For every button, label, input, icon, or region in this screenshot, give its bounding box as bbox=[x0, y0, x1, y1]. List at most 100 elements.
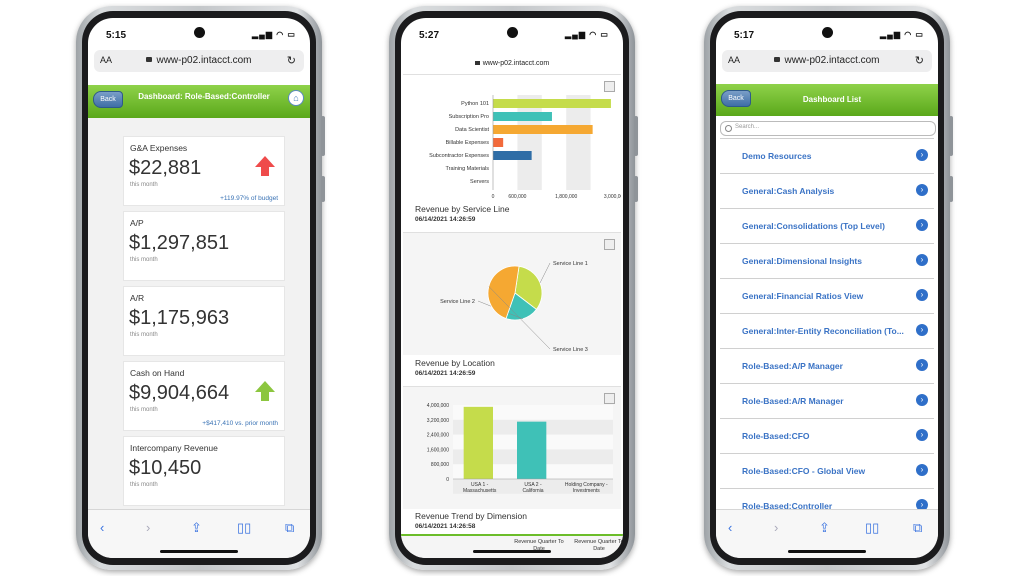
forward-icon[interactable]: › bbox=[774, 520, 778, 535]
list-item[interactable]: General:Inter-Entity Reconciliation (To.… bbox=[720, 314, 934, 349]
kpi-label: Intercompany Revenue bbox=[130, 443, 218, 453]
kpi-card-ar[interactable]: A/R $1,175,963 this month bbox=[123, 286, 285, 356]
address-bar[interactable]: AA www-p02.intacct.com ↻ bbox=[94, 50, 304, 72]
url-text[interactable]: www-p02.intacct.com bbox=[401, 60, 623, 67]
home-icon[interactable]: ⌂ bbox=[288, 90, 304, 106]
forward-icon[interactable]: › bbox=[146, 520, 150, 535]
category-label: USA 2 -California bbox=[522, 482, 543, 494]
search-icon bbox=[725, 125, 732, 132]
grid-band bbox=[517, 95, 542, 190]
kpi-card-ga-expenses[interactable]: G&A Expenses $22,881 this month +119.97%… bbox=[123, 136, 285, 206]
plot-area bbox=[493, 95, 615, 190]
tabs-icon[interactable]: ⧉ bbox=[913, 520, 922, 536]
list-item[interactable]: General:Financial Ratios View › bbox=[720, 279, 934, 314]
volume-button bbox=[321, 116, 325, 156]
kpi-period: this month bbox=[130, 407, 158, 413]
volume-button bbox=[634, 116, 638, 156]
header-bar: Back Dashboard List bbox=[716, 84, 938, 116]
tick-label: 800,000 bbox=[431, 462, 449, 468]
tick-label: 600,000 bbox=[508, 194, 526, 199]
bookmarks-icon[interactable]: ▯▯ bbox=[237, 520, 251, 536]
chevron-right-icon: › bbox=[916, 394, 928, 406]
chevron-right-icon: › bbox=[916, 464, 928, 476]
kpi-card-cash-on-hand[interactable]: Cash on Hand $9,904,664 this month +$417… bbox=[123, 361, 285, 431]
revenue-by-location-chart: Service Line 1 Service Line 2 Service Line… bbox=[440, 261, 588, 353]
list-item-label: Role-Based:CFO bbox=[742, 431, 810, 441]
grid-band bbox=[566, 95, 591, 190]
address-bar[interactable]: AA www-p02.intacct.com ↻ bbox=[722, 50, 932, 72]
power-button bbox=[949, 176, 953, 202]
tick-label: 1,800,000 bbox=[555, 194, 577, 199]
list-item[interactable]: Role-Based:A/R Manager › bbox=[720, 384, 934, 419]
search-input[interactable]: Search... bbox=[720, 121, 936, 136]
volume-button bbox=[949, 116, 953, 156]
kpi-card-ap[interactable]: A/P $1,297,851 this month bbox=[123, 211, 285, 281]
dashboard-list: Demo Resources › General:Cash Analysis › G… bbox=[720, 138, 934, 509]
phone-2: 5:27 ▂▄▆ ◠ ▭ www-p02.intacct.com Python … bbox=[389, 6, 638, 570]
tick-label: 3,200,000 bbox=[427, 418, 449, 424]
phone-1-screen: 5:15 ▂▄▆ ◠ ▭ AA www-p02.intacct.com ↻ Ba… bbox=[88, 18, 310, 558]
slice-label: Service Line 3 bbox=[553, 347, 588, 353]
kpi-period: this month bbox=[130, 482, 158, 488]
phone-3-screen: 5:17 ▂▄▆ ◠ ▭ AA www-p02.intacct.com ↻ Ba… bbox=[716, 18, 938, 558]
list-item[interactable]: General:Cash Analysis › bbox=[720, 174, 934, 209]
kpi-card-intercompany-revenue[interactable]: Intercompany Revenue $10,450 this month bbox=[123, 436, 285, 506]
tick-label: 3,000,000 bbox=[604, 194, 621, 199]
signal-wifi-battery-icon: ▂▄▆ ◠ ▭ bbox=[252, 30, 296, 39]
kpi-value: $1,175,963 bbox=[129, 307, 230, 329]
list-item[interactable]: Role-Based:CFO › bbox=[720, 419, 934, 454]
list-item-label: Role-Based:A/R Manager bbox=[742, 396, 844, 406]
list-item-label: General:Cash Analysis bbox=[742, 186, 835, 196]
url-text: www-p02.intacct.com bbox=[722, 55, 932, 66]
page-title: Dashboard List bbox=[802, 95, 862, 104]
back-button[interactable]: Back bbox=[93, 91, 123, 108]
back-button[interactable]: Back bbox=[721, 90, 751, 107]
share-icon[interactable]: ⇪ bbox=[819, 520, 830, 536]
lock-icon bbox=[146, 57, 153, 62]
back-icon[interactable]: ‹ bbox=[100, 520, 104, 535]
arrow-up-green-icon bbox=[255, 381, 275, 401]
revenue-trend-by-dimension-chart: 4,000,000 3,200,000 2,400,000 1,600,000 800,… bbox=[427, 403, 613, 494]
reload-icon[interactable]: ↻ bbox=[287, 54, 296, 67]
list-item[interactable]: Role-Based:Controller › bbox=[720, 489, 934, 509]
kpi-note: +119.97% of budget bbox=[220, 195, 278, 202]
tick-label: 0 bbox=[446, 477, 449, 483]
status-time: 5:27 bbox=[419, 30, 440, 41]
list-item[interactable]: General:Dimensional Insights › bbox=[720, 244, 934, 279]
list-item[interactable]: Role-Based:A/P Manager › bbox=[720, 349, 934, 384]
category-label: Billable Expenses bbox=[446, 140, 490, 146]
kpi-label: A/P bbox=[130, 218, 144, 228]
lock-icon bbox=[474, 61, 480, 65]
chart-title: Revenue by Location bbox=[415, 358, 495, 368]
back-icon[interactable]: ‹ bbox=[728, 520, 732, 535]
kpi-value: $10,450 bbox=[129, 457, 202, 479]
chart-date: 06/14/2021 14:26:59 bbox=[415, 370, 476, 377]
kpi-label: G&A Expenses bbox=[130, 143, 188, 153]
phone-3: 5:17 ▂▄▆ ◠ ▭ AA www-p02.intacct.com ↻ Ba… bbox=[704, 6, 953, 570]
category-label-line: Massachusetts bbox=[463, 488, 497, 494]
page-title: Dashboard: Role-Based:Controller bbox=[138, 92, 270, 101]
reload-icon[interactable]: ↻ bbox=[915, 54, 924, 67]
signal-wifi-battery-icon: ▂▄▆ ◠ ▭ bbox=[565, 30, 609, 39]
header-bar: Back Dashboard: Role-Based:Controller ⌂ bbox=[88, 85, 310, 118]
home-indicator bbox=[788, 550, 866, 553]
revenue-by-service-line-chart: Python 101 Subscription Pro Data Scientist… bbox=[429, 95, 621, 199]
tick-label: 1,600,000 bbox=[427, 447, 449, 453]
bar bbox=[463, 406, 493, 479]
list-item[interactable]: General:Consolidations (Top Level) › bbox=[720, 209, 934, 244]
bar bbox=[493, 112, 552, 121]
tabs-icon[interactable]: ⧉ bbox=[285, 520, 294, 536]
share-icon[interactable]: ⇪ bbox=[191, 520, 202, 536]
url-text: www-p02.intacct.com bbox=[94, 55, 304, 66]
chart-date: 06/14/2021 14:26:58 bbox=[415, 523, 476, 530]
bar bbox=[517, 421, 547, 479]
list-item[interactable]: Role-Based:CFO - Global View › bbox=[720, 454, 934, 489]
list-item[interactable]: Demo Resources › bbox=[720, 139, 934, 174]
list-item-label: Role-Based:A/P Manager bbox=[742, 361, 843, 371]
camera-icon bbox=[507, 27, 518, 38]
status-time: 5:15 bbox=[106, 30, 127, 41]
url-label: www-p02.intacct.com bbox=[482, 60, 550, 67]
status-time: 5:17 bbox=[734, 30, 755, 41]
search-placeholder: Search... bbox=[735, 124, 760, 130]
bookmarks-icon[interactable]: ▯▯ bbox=[865, 520, 879, 536]
